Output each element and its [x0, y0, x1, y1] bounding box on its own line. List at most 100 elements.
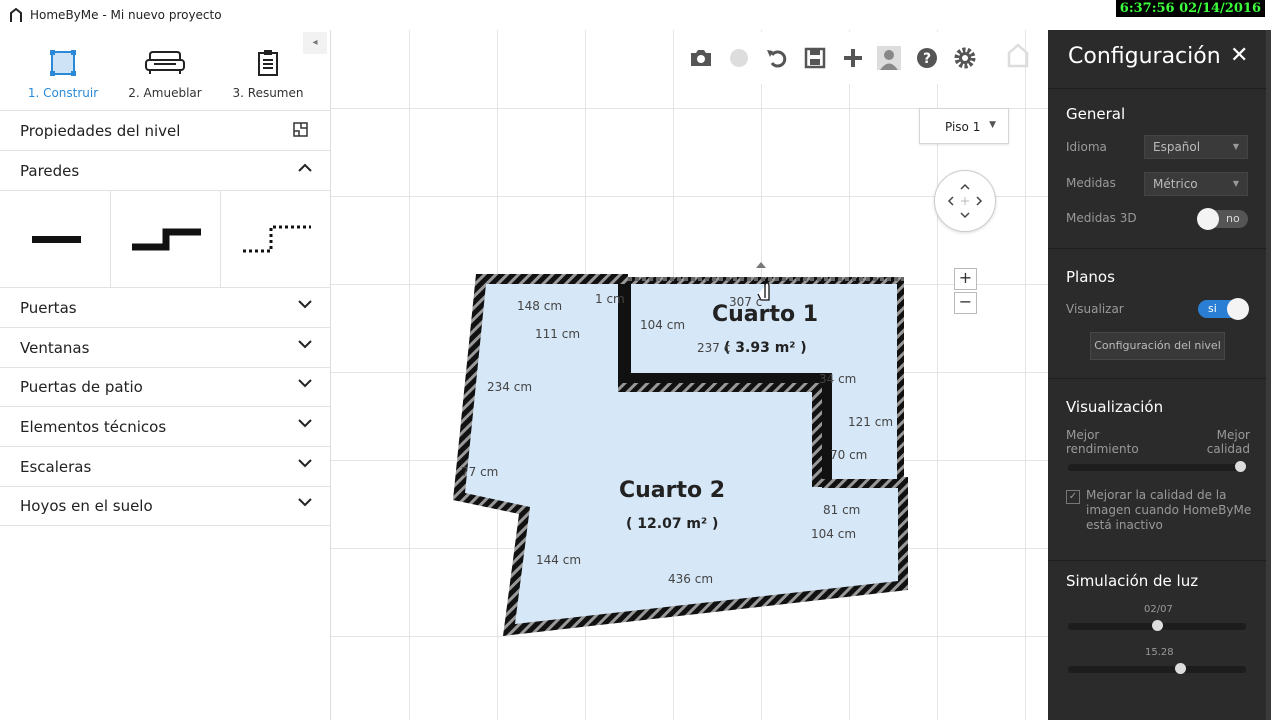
language-label: Idioma [1066, 140, 1107, 154]
floor-plan-icon [50, 50, 76, 76]
show-plans-toggle[interactable]: si [1198, 298, 1249, 320]
dimension-label: 70 cm [830, 448, 868, 462]
category-row[interactable]: Elementos técnicos [0, 407, 330, 447]
dimension-label: 436 cm [668, 572, 714, 586]
step-build-label: 1. Construir [27, 86, 99, 100]
divider [1048, 560, 1266, 561]
scrollbar[interactable] [1266, 30, 1271, 720]
general-section-title: General [1066, 105, 1126, 123]
floor-plan[interactable] [331, 30, 1048, 720]
sofa-icon [145, 51, 185, 74]
level-settings-button[interactable]: Configuración del nivel [1090, 332, 1225, 360]
clock-overlay: 6:37:56 02/14/2016 [1115, 0, 1265, 17]
home-logo-icon [10, 7, 22, 22]
dims3d-toggle[interactable]: no [1197, 208, 1248, 230]
category-row[interactable]: Puertas [0, 288, 330, 328]
settings-panel: Configuración ✕ General Idioma Español ▼… [1048, 30, 1266, 720]
show-plans-label: Visualizar [1066, 302, 1124, 316]
category-stairs-label: Escaleras [20, 458, 92, 476]
walls-label: Paredes [20, 162, 80, 180]
dims3d-label: Medidas 3D [1066, 211, 1137, 225]
best-quality-label: Mejor calidad [1206, 428, 1250, 456]
chevron-down-icon [298, 459, 312, 468]
category-row[interactable]: Escaleras [0, 447, 330, 487]
category-doors-label: Puertas [20, 299, 77, 317]
toggle-knob [1227, 298, 1249, 320]
category-patio-doors-label: Puertas de patio [20, 378, 143, 396]
language-value: Español [1153, 140, 1201, 154]
category-row[interactable]: Ventanas [0, 328, 330, 368]
straight-wall-icon [32, 236, 81, 243]
wall-handle-icon[interactable] [756, 262, 766, 268]
room2-area: ( 12.07 m² ) [626, 516, 719, 532]
level-properties-row[interactable]: Propiedades del nivel [0, 111, 330, 151]
dimension-label: 234 cm [487, 380, 533, 394]
units-label: Medidas [1066, 176, 1116, 190]
dimension-label: 148 cm [517, 299, 563, 313]
window-title: HomeByMe - Mi nuevo proyecto [30, 8, 222, 22]
dimension-label: 104 cm [640, 318, 686, 332]
straight-wall-tool[interactable] [0, 190, 110, 287]
chevron-up-icon [298, 163, 312, 172]
category-technical-label: Elementos técnicos [20, 418, 167, 436]
dimension-label: 144 cm [536, 553, 582, 567]
caret-down-icon: ▼ [1232, 179, 1239, 188]
chevron-down-icon [298, 379, 312, 388]
time-value-label: 15.28 [1145, 647, 1174, 658]
plan-canvas[interactable]: ? Piso 1 ▼ + − Cuarto 1 (3.93 m²) Cuar… [331, 30, 1048, 720]
chevron-down-icon [298, 498, 312, 507]
step-summary-label: 3. Resumen [232, 86, 304, 100]
dimension-label: 121 cm [848, 415, 894, 429]
edit-level-icon[interactable] [293, 122, 308, 137]
room1-name: Cuarto 1 [712, 302, 819, 327]
slider-thumb[interactable] [1235, 461, 1246, 472]
quality-slider[interactable] [1068, 461, 1246, 472]
dims3d-value: no [1226, 212, 1240, 225]
step-build[interactable]: 1. Construir [8, 50, 118, 100]
language-select[interactable]: Español ▼ [1144, 135, 1248, 159]
level-properties-label: Propiedades del nivel [20, 122, 181, 140]
divider [1048, 88, 1266, 89]
toggle-knob [1197, 208, 1219, 230]
dotted-wall-icon [243, 225, 311, 253]
date-slider[interactable] [1068, 620, 1246, 631]
caret-down-icon: ▼ [1232, 142, 1239, 151]
chevron-down-icon [298, 419, 312, 428]
slider-thumb[interactable] [1175, 663, 1186, 674]
room2-name: Cuarto 2 [619, 478, 726, 503]
light-section-title: Simulación de luz [1066, 572, 1199, 590]
display-section-title: Visualización [1066, 398, 1164, 416]
category-row[interactable]: Hoyos en el suelo [0, 486, 330, 526]
units-select[interactable]: Métrico ▼ [1144, 172, 1248, 196]
dimension-label: 111 cm [535, 327, 581, 341]
dimension-label: 237 c [697, 341, 731, 355]
chevron-down-icon [298, 340, 312, 349]
wall-tools [0, 190, 330, 288]
show-plans-value: si [1208, 302, 1217, 315]
dimension-label: 77 cm [461, 465, 499, 479]
slider-thumb[interactable] [1152, 620, 1163, 631]
dimension-label: 34 cm [819, 372, 857, 386]
settings-title: Configuración [1068, 44, 1221, 69]
divider [1048, 378, 1266, 379]
dimension-label: 1 cm [595, 292, 625, 306]
dimension-label: 81 cm [823, 503, 861, 517]
idle-quality-checkbox[interactable]: ✓ [1066, 490, 1080, 504]
dotted-wall-tool[interactable] [220, 190, 331, 287]
category-floor-holes-label: Hoyos en el suelo [20, 497, 153, 515]
time-slider[interactable] [1068, 663, 1246, 674]
walls-header[interactable]: Paredes [0, 151, 330, 191]
step-summary[interactable]: 3. Resumen [213, 50, 323, 100]
divider [1048, 248, 1266, 249]
best-performance-label: Mejor rendimiento [1066, 428, 1139, 456]
chevron-down-icon [298, 300, 312, 309]
step-furnish-label: 2. Amueblar [128, 86, 202, 100]
dimension-label: 104 cm [811, 527, 857, 541]
room1-area: ( 3.93 m² ) [724, 340, 807, 356]
step-furnish[interactable]: 2. Amueblar [110, 50, 220, 100]
category-row[interactable]: Puertas de patio [0, 367, 330, 407]
steps-bar: 1. Construir 2. Amueblar 3. Resumen [0, 30, 330, 111]
close-icon[interactable]: ✕ [1230, 43, 1248, 68]
stepped-wall-tool[interactable] [110, 190, 221, 287]
clipboard-icon [258, 50, 278, 76]
